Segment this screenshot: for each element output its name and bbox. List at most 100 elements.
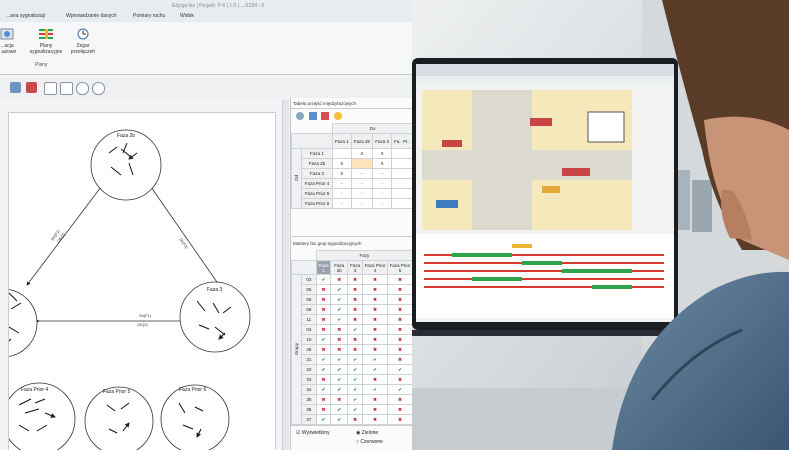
table-cell[interactable]: - — [350, 188, 374, 199]
table-row[interactable]: Faza 3 X - - — [292, 168, 412, 179]
table-row[interactable]: Faza 2b X X — [292, 158, 412, 169]
cross-icon[interactable]: ✖ — [315, 394, 332, 405]
phase-node-faza-prior-6[interactable]: Faza Prior 6 — [160, 384, 230, 450]
check-icon[interactable]: ✔ — [386, 384, 412, 395]
check-icon[interactable]: ✔ — [315, 384, 332, 395]
table-row[interactable]: Grupy 03 ✔ ✖ ✖ ✖ ✖ — [291, 274, 412, 425]
select-icon[interactable] — [44, 82, 57, 95]
zielone-radio[interactable]: ◉ Zielone — [356, 430, 378, 436]
check-icon[interactable]: ✔ — [330, 374, 349, 385]
cross-icon[interactable]: ✖ — [361, 414, 388, 425]
table-cell[interactable] — [390, 158, 412, 169]
cross-icon[interactable]: ✖ — [347, 284, 363, 295]
table-row[interactable]: 04 ✖ ✖ ✔ ✖ ✖ — [292, 324, 412, 335]
table-row[interactable]: 32 ✔ ✔ ✔ ✔ ✔ — [292, 364, 412, 375]
cross-icon[interactable]: ✖ — [386, 414, 412, 425]
table-cell[interactable]: - — [372, 168, 392, 179]
table-cell[interactable]: X — [372, 158, 392, 169]
table-cell[interactable] — [332, 148, 352, 159]
zoom-out-icon[interactable] — [92, 82, 105, 95]
cross-icon[interactable]: ✖ — [361, 344, 388, 355]
table-cell[interactable]: - — [372, 188, 392, 199]
check-icon[interactable]: ✔ — [330, 304, 349, 315]
table-cell[interactable]: - — [332, 188, 352, 199]
table-cell[interactable]: - — [332, 178, 352, 189]
check-icon[interactable]: ✔ — [361, 384, 388, 395]
cross-icon[interactable]: ✖ — [361, 314, 388, 325]
table-cell[interactable]: - — [350, 168, 374, 179]
cross-icon[interactable]: ✖ — [315, 404, 332, 415]
table-cell[interactable] — [390, 178, 412, 189]
table-row[interactable]: 37 ✔ ✔ ✖ ✖ ✖ — [292, 414, 412, 425]
table-row[interactable]: 34 ✔ ✔ ✔ ✔ ✔ — [292, 384, 412, 395]
tab-sygnalizacji[interactable]: ...ana sygnalizacji — [6, 13, 45, 19]
table-row[interactable]: 11 ✖ ✔ ✖ ✖ ✖ — [292, 314, 412, 325]
check-icon[interactable]: ✔ — [315, 364, 332, 375]
check-icon[interactable]: ✔ — [347, 384, 363, 395]
cross-icon[interactable]: ✖ — [386, 284, 412, 295]
phase-node-faza-prior-4[interactable]: Faza Prior 4 — [2, 382, 76, 450]
cross-icon[interactable]: ✖ — [361, 404, 388, 415]
cross-icon[interactable]: ✖ — [361, 284, 388, 295]
check-icon[interactable]: ✔ — [315, 334, 332, 345]
phase-node-faza-1[interactable] — [0, 288, 38, 358]
tab-widok[interactable]: Widok — [180, 13, 194, 19]
table-row[interactable]: 35 ✖ ✖ ✔ ✖ ✖ — [292, 394, 412, 405]
table-cell[interactable]: X — [332, 158, 352, 169]
table-row[interactable]: Faza Prior 5 - - - — [292, 188, 412, 199]
table-row[interactable]: 10 ✔ ✖ ✖ ✖ ✖ — [292, 334, 412, 345]
cross-icon[interactable]: ✖ — [347, 344, 363, 355]
table-cell[interactable]: X — [350, 148, 374, 159]
cross-icon[interactable]: ✖ — [386, 354, 412, 365]
cross-icon[interactable]: ✖ — [347, 294, 363, 305]
panel-splitter[interactable] — [282, 100, 289, 450]
check-icon[interactable]: ✔ — [386, 364, 412, 375]
table-row[interactable]: 33 ✖ ✔ ✔ ✖ ✖ — [292, 374, 412, 385]
check-icon[interactable]: ✔ — [315, 354, 332, 365]
check-icon[interactable]: ✔ — [347, 324, 363, 335]
tab-pomiary-ruchu[interactable]: Pomiary ruchu — [133, 13, 165, 19]
check-icon[interactable]: ✔ — [361, 364, 388, 375]
transition-edge[interactable] — [150, 186, 220, 286]
cross-icon[interactable]: ✖ — [386, 314, 412, 325]
cross-icon[interactable]: ✖ — [315, 314, 332, 325]
table-cell[interactable] — [390, 198, 412, 209]
czerwone-radio[interactable]: ○ Czerwone — [356, 439, 383, 445]
cross-icon[interactable]: ✖ — [361, 294, 388, 305]
wyswietlony-checkbox[interactable]: ☑ Wyświetlony — [296, 430, 330, 436]
table-row[interactable]: 31 ✔ ✔ ✔ ✔ ✖ — [292, 354, 412, 365]
check-icon[interactable]: ✔ — [330, 354, 349, 365]
cross-icon[interactable]: ✖ — [347, 274, 363, 285]
table-cell[interactable] — [390, 188, 412, 199]
table-row[interactable]: 09 ✖ ✔ ✖ ✖ ✖ — [292, 304, 412, 315]
tab-wprowadzanie-danych[interactable]: Wprowadzanie danych — [66, 13, 117, 19]
cross-icon[interactable]: ✖ — [386, 344, 412, 355]
check-icon[interactable]: ✔ — [330, 404, 349, 415]
cross-icon[interactable]: ✖ — [330, 334, 349, 345]
lightbulb-icon[interactable] — [334, 112, 342, 120]
cross-icon[interactable]: ✖ — [386, 304, 412, 315]
cross-icon[interactable]: ✖ — [315, 344, 332, 355]
cross-icon[interactable]: ✖ — [330, 274, 349, 285]
table-cell[interactable]: - — [350, 178, 374, 189]
cross-icon[interactable]: ✖ — [386, 334, 412, 345]
table-cell[interactable]: - — [372, 178, 392, 189]
check-icon[interactable]: ✔ — [347, 394, 363, 405]
table-row[interactable]: 36 ✖ ✔ ✔ ✖ ✖ — [292, 404, 412, 415]
check-icon[interactable]: ✔ — [330, 294, 349, 305]
table-cell[interactable]: - — [332, 198, 352, 209]
phase-node-faza-3[interactable]: Faza 3 — [179, 281, 251, 353]
ribbon-button-plany-sygnalizacyjne[interactable]: Plany sygnalizacyjne — [29, 28, 63, 64]
page-icon[interactable] — [60, 82, 73, 95]
table-cell[interactable] — [390, 168, 412, 179]
cross-icon[interactable]: ✖ — [386, 404, 412, 415]
cross-icon[interactable]: ✖ — [386, 324, 412, 335]
cross-icon[interactable]: ✖ — [347, 304, 363, 315]
cross-icon[interactable]: ✖ — [361, 374, 388, 385]
phase-node-faza-prior-5[interactable]: Faza Prior 5 — [84, 386, 154, 450]
cross-icon[interactable]: ✖ — [315, 284, 332, 295]
phase-node-faza-2b[interactable]: Faza 2b — [90, 129, 162, 201]
cross-icon[interactable]: ✖ — [315, 304, 332, 315]
cross-icon[interactable]: ✖ — [361, 274, 388, 285]
check-icon[interactable]: ✔ — [330, 364, 349, 375]
